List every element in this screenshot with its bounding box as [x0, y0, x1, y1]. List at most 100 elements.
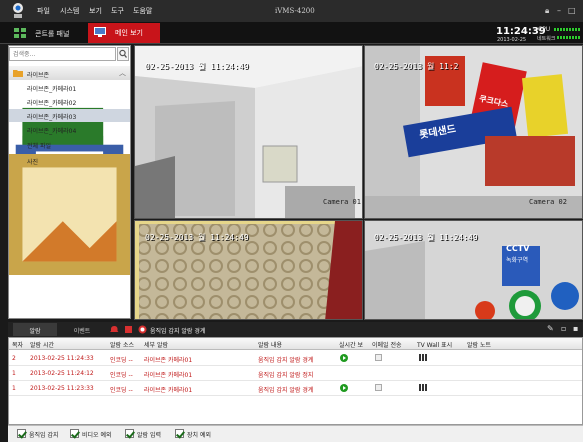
cctv-sign-text: CCTV	[506, 244, 530, 253]
filter-alarm-input-label: 알람 입력	[137, 432, 161, 439]
column-header[interactable]: 알람 시간	[30, 340, 54, 349]
camera-timestamp: 02-25-2013 월 11:24:49	[374, 233, 478, 242]
search-button[interactable]	[117, 47, 129, 61]
network-label: 네트워크	[537, 36, 556, 42]
menu-view[interactable]: 보기	[89, 6, 102, 16]
camera-view-1[interactable]: 02-25-2013 월 11:24:49 Camera 01	[134, 45, 363, 219]
column-header[interactable]: TV Wall 표시	[417, 340, 452, 349]
tree-item-photos[interactable]: 사진	[9, 154, 130, 275]
table-row[interactable]: 1 2013-02-25 11:23:33 인코딩 -- 라이브존 카메라01 …	[9, 381, 582, 395]
collapse-icon[interactable]: ▪	[573, 324, 578, 333]
live-view-icon[interactable]	[340, 354, 348, 362]
row-detail: 라이브존 카메라01	[144, 372, 193, 379]
filter-device-exception-label: 장치 예외	[187, 432, 211, 439]
tree-item-camera01[interactable]: 라이브존_카메라01	[9, 81, 130, 176]
camera-view-4[interactable]: 02-25-2013 월 11:24:49 CCTV 녹화구역	[364, 220, 583, 320]
cctv-sign-text-2: 녹화구역	[506, 257, 529, 264]
camera-timestamp: 02-25-2013 월 11:2	[374, 62, 459, 71]
menu-help[interactable]: 도움말	[133, 6, 152, 16]
filter-motion-checkbox[interactable]	[17, 429, 26, 438]
chevron-up-icon[interactable]: ︿	[119, 68, 126, 78]
tree-item-label: 라이브존_카메라01	[27, 86, 77, 93]
folder-icon	[13, 70, 23, 77]
column-header[interactable]: 알람 노트	[467, 340, 491, 349]
row-content: 움직임 감지 알람 경계	[258, 387, 314, 394]
column-header[interactable]: 이메일 전송	[372, 340, 402, 349]
network-meter	[557, 36, 580, 39]
column-header[interactable]: 실시간 보	[339, 340, 363, 349]
camera-label: Camera 01	[323, 198, 361, 206]
row-content: 움직임 감지 알람 정지	[258, 372, 314, 379]
minimize-icon[interactable]: –	[557, 6, 561, 15]
search-input[interactable]	[9, 47, 116, 61]
clear-alarm-icon[interactable]	[124, 325, 133, 334]
grid-icon	[14, 28, 26, 38]
email-icon	[375, 384, 382, 391]
cpu-meter	[554, 28, 580, 31]
menu-file[interactable]: 파일	[37, 6, 50, 16]
row-source: 인코딩 --	[110, 387, 133, 394]
filter-device-exception-checkbox[interactable]	[175, 429, 184, 438]
clock-date: 2013-02-25	[497, 37, 527, 43]
filter-motion-label: 움직임 감지	[29, 432, 59, 439]
camera-view-2[interactable]: 02-25-2013 월 11:2 롯데샌드 쿠크다스 Camera 02	[364, 45, 583, 219]
row-num: 1	[12, 370, 16, 377]
app-logo-icon	[13, 3, 23, 18]
filter-alarm-input-checkbox[interactable]	[125, 429, 134, 438]
filter-video-exception-label: 비디오 예외	[82, 432, 112, 439]
tree-item-label: 라이브존_카메라04	[27, 128, 77, 135]
tab-control-label: 콘트롤 패널	[35, 30, 70, 38]
tab-control-panel[interactable]: 콘트롤 패널	[8, 24, 84, 42]
table-row[interactable]: 2 2013-02-25 11:24:33 인코딩 -- 라이브존 카메라01 …	[9, 351, 582, 365]
tv-wall-icon[interactable]	[419, 354, 427, 361]
live-view-icon[interactable]	[340, 384, 348, 392]
column-header[interactable]: 세부 알람	[144, 340, 168, 349]
tree-group-header[interactable]: 라이브존 ︿	[9, 66, 130, 80]
event-panel-title: 움직임 감지 알람 경계	[150, 328, 206, 335]
tab-alarm[interactable]: 알람	[13, 323, 57, 336]
row-detail: 라이브존 카메라01	[144, 387, 193, 394]
motion-alarm-icon	[138, 325, 147, 334]
tree-item-label: 라이브존_카메라02	[27, 100, 77, 107]
lock-icon[interactable]: 🔒︎	[545, 6, 549, 16]
cpu-label: CPU	[538, 26, 551, 33]
tab-main-label: 메인 보기	[115, 29, 143, 37]
camera-timestamp: 02-25-2013 월 11:24:49	[145, 233, 249, 242]
menu-tools[interactable]: 도구	[111, 6, 124, 16]
menu-system[interactable]: 시스템	[60, 6, 79, 16]
tree-item-label: 라이브존_카메라03	[27, 114, 77, 121]
pin-icon[interactable]: ✎	[547, 324, 554, 333]
column-header[interactable]: 목자	[12, 340, 23, 349]
camera-timestamp: 02-25-2013 월 11:24:49	[145, 62, 249, 71]
column-header[interactable]: 알람 내용	[258, 340, 282, 349]
email-icon	[375, 354, 382, 361]
alarm-bell-icon[interactable]	[110, 325, 119, 334]
tree-item-camera02[interactable]: 라이브존_카메라02	[9, 95, 130, 190]
tree-item-camera03[interactable]: 라이브존_카메라03	[9, 109, 130, 204]
photo-icon	[9, 154, 130, 275]
monitor-icon	[94, 27, 106, 37]
maximize-icon[interactable]: □	[568, 6, 576, 15]
tree-item-camera04[interactable]: 라이브존_카메라04	[9, 123, 130, 218]
row-content: 움직임 감지 알람 경계	[258, 357, 314, 364]
camera-view-3[interactable]: 02-25-2013 월 11:24:49	[134, 220, 363, 320]
restore-icon[interactable]: ▫	[561, 324, 566, 333]
column-header[interactable]: 알람 소스	[110, 340, 134, 349]
tree-item-label: 전체 파일	[27, 143, 51, 150]
search-icon	[119, 49, 128, 58]
row-num: 1	[12, 385, 16, 392]
row-num: 2	[12, 355, 16, 362]
tab-event[interactable]: 이벤트	[60, 323, 104, 336]
app-title: iVMS-4200	[275, 7, 315, 15]
table-header	[9, 338, 582, 350]
tab-main-view[interactable]: 메인 보기	[88, 23, 160, 43]
row-divider	[9, 395, 582, 396]
filter-video-exception-checkbox[interactable]	[70, 429, 79, 438]
row-time: 2013-02-25 11:23:33	[30, 385, 94, 392]
tree-item-label: 사진	[27, 159, 39, 166]
row-time: 2013-02-25 11:24:33	[30, 355, 94, 362]
tv-wall-icon[interactable]	[419, 384, 427, 391]
row-source: 인코딩 --	[110, 357, 133, 364]
table-row[interactable]: 1 2013-02-25 11:24:12 인코딩 -- 라이브존 카메라01 …	[9, 366, 582, 380]
tree-item-all-files[interactable]: 전체 파일	[9, 138, 130, 253]
